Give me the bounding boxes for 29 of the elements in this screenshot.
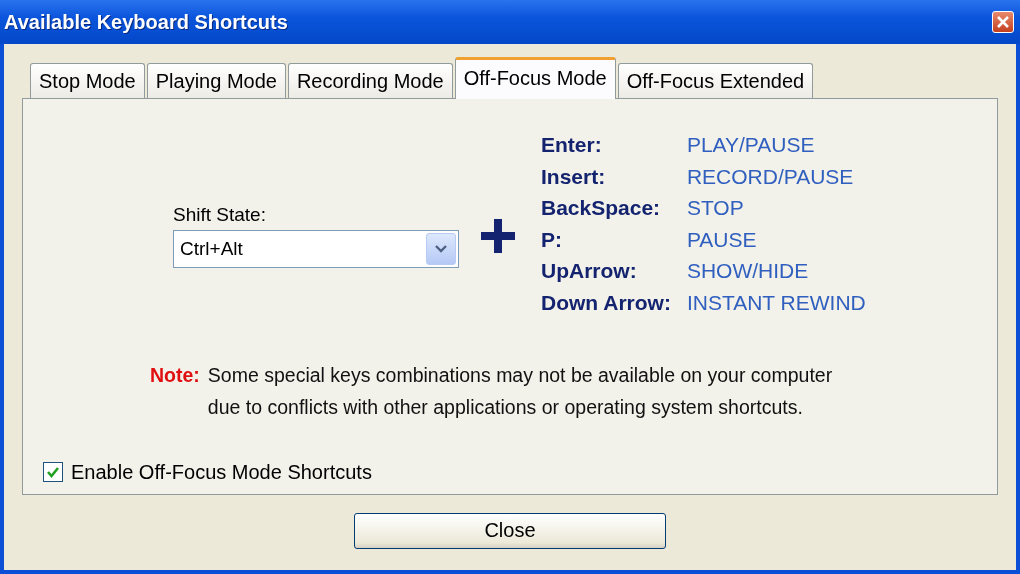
shift-state-label: Shift State: <box>173 203 267 226</box>
plus-icon <box>481 218 515 253</box>
checkbox-label[interactable]: Enable Off-Focus Mode Shortcuts <box>71 460 372 484</box>
tab[interactable]: Off-Focus Extended <box>617 63 814 98</box>
shortcut-key: UpArrow: <box>541 255 671 287</box>
shortcut-action: INSTANT REWIND <box>686 289 866 316</box>
shortcut-key: Insert: <box>541 160 671 193</box>
note-text: Some special keys combinations may not be available on your computer due to conflicts with other applications or operating system shortcuts. <box>207 362 834 420</box>
shortcut-action: STOP <box>686 195 745 222</box>
shortcut-action: PAUSE <box>686 226 758 253</box>
close-icon[interactable] <box>992 11 1014 33</box>
shift-state-dropdown[interactable]: Ctrl+Alt <box>173 229 459 268</box>
shortcut-key: P: <box>541 223 671 256</box>
shortcut-action: PLAY/PAUSE <box>686 132 816 158</box>
checkmark-icon <box>46 465 60 480</box>
caret-icon <box>434 243 448 254</box>
close-button[interactable]: Close <box>354 512 666 549</box>
shortcut-key: BackSpace: <box>541 192 671 224</box>
shortcut-key: Enter: <box>541 129 671 161</box>
tab[interactable]: Off-Focus Mode <box>454 57 616 99</box>
checkbox[interactable] <box>43 462 63 483</box>
shortcut-action: SHOW/HIDE <box>686 258 810 285</box>
shortcut-key: Down Arrow: <box>541 286 671 319</box>
window-title: Available Keyboard Shortcuts <box>4 10 288 34</box>
tab[interactable]: Recording Mode <box>287 63 453 98</box>
shortcut-action: RECORD/PAUSE <box>686 163 855 190</box>
note-label: Note: <box>150 362 200 388</box>
tab[interactable]: Stop Mode <box>30 63 145 98</box>
tab[interactable]: Playing Mode <box>146 63 286 98</box>
